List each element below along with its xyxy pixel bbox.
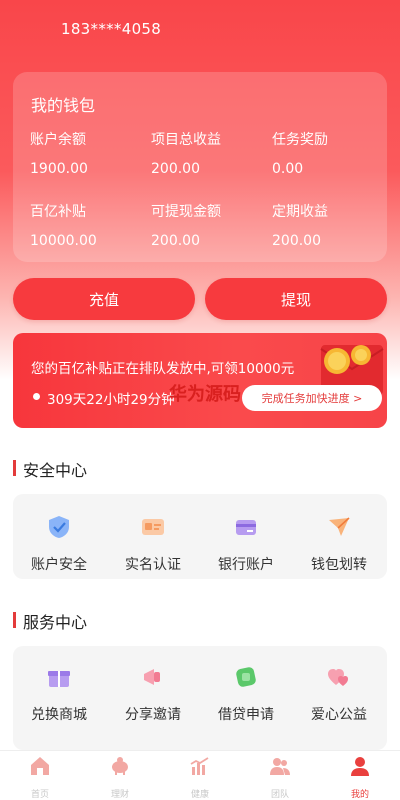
stat-task-reward[interactable]: 任务奖励 0.00 [272,129,328,177]
stat-label: 账户余额 [30,132,86,148]
tab-health[interactable]: 健康 [160,755,240,800]
service-section-title: 服务中心 [13,609,87,633]
tab-label: 健康 [190,790,209,800]
stat-label: 可提现金额 [151,204,221,220]
tab-label: 首页 [30,790,49,800]
item-label: 银行账户 [218,557,274,573]
item-label: 爱心公益 [311,707,367,723]
user-icon [351,757,369,776]
speed-up-button[interactable]: 完成任务加快进度 > [242,385,382,411]
team-icon [270,758,290,775]
shield-check-icon [49,516,69,538]
loan-apply-item[interactable]: 借贷申请 [200,664,292,724]
stat-withdrawable[interactable]: 可提现金额 200.00 [151,201,221,249]
item-label: 钱包划转 [311,557,367,573]
wallet-transfer-item[interactable]: 钱包划转 [293,514,385,574]
wallet-card: 我的钱包 账户余额 1900.00 项目总收益 200.00 任务奖励 0.00… [13,72,387,262]
bullet-dot [33,393,40,400]
watermark: 华为源码 [169,384,241,405]
security-section-title: 安全中心 [13,457,87,481]
bottom-tab-bar: 首页 理财 健康 团队 我的 [0,750,400,800]
withdraw-button[interactable]: 提现 [205,278,387,320]
share-invite-item[interactable]: 分享邀请 [107,664,199,724]
stat-fixed-income[interactable]: 定期收益 200.00 [272,201,328,249]
stat-value: 200.00 [272,233,321,249]
tab-home[interactable]: 首页 [0,755,80,800]
service-card: 兑换商城 分享邀请 借贷申请 爱心公益 [13,646,387,750]
stat-value: 1900.00 [30,161,88,177]
wallet-title: 我的钱包 [31,96,96,115]
item-label: 借贷申请 [218,707,274,723]
health-chart-icon [190,757,209,775]
home-icon [31,757,49,775]
tab-label: 团队 [270,790,289,800]
exchange-mall-item[interactable]: 兑换商城 [13,664,105,724]
megaphone-icon [144,669,160,685]
stat-project-income[interactable]: 项目总收益 200.00 [151,129,221,177]
tab-label: 我的 [350,790,369,800]
user-phone: 183****4058 [61,20,162,38]
stat-subsidy[interactable]: 百亿补贴 10000.00 [30,201,97,249]
account-security-item[interactable]: 账户安全 [13,514,105,574]
item-label: 账户安全 [31,557,87,573]
security-card: 账户安全 实名认证 银行账户 钱包划转 [13,494,387,579]
item-label: 兑换商城 [31,707,87,723]
recharge-button[interactable]: 充值 [13,278,195,320]
subsidy-banner[interactable]: 您的百亿补贴正在排队发放中,可领10000元 309天22小时29分钟 华为源码… [13,333,387,428]
stat-label: 任务奖励 [272,132,328,148]
stat-value: 0.00 [272,161,304,177]
tab-finance[interactable]: 理财 [80,755,160,800]
charity-item[interactable]: 爱心公益 [293,664,385,724]
tab-label: 理财 [110,790,129,800]
bank-account-item[interactable]: 银行账户 [200,514,292,574]
loan-cube-icon [236,667,256,687]
stat-value: 10000.00 [30,233,97,249]
tab-mine[interactable]: 我的 [320,755,400,800]
paper-plane-icon [329,517,350,536]
tab-team[interactable]: 团队 [240,755,320,800]
real-name-auth-item[interactable]: 实名认证 [107,514,199,574]
item-label: 分享邀请 [125,707,181,723]
piggy-bank-icon [112,757,128,775]
id-card-icon [142,519,164,535]
hearts-icon [328,669,348,686]
stat-account-balance[interactable]: 账户余额 1900.00 [30,129,88,177]
stat-label: 定期收益 [272,204,328,220]
stat-value: 200.00 [151,161,200,177]
gift-box-icon [48,671,70,687]
stat-value: 200.00 [151,233,200,249]
countdown-timer: 309天22小时29分钟 [47,392,175,408]
stat-label: 百亿补贴 [30,204,86,220]
item-label: 实名认证 [125,557,181,573]
bank-card-icon [236,520,256,535]
stat-label: 项目总收益 [151,132,221,148]
subsidy-message: 您的百亿补贴正在排队发放中,可领10000元 [31,361,295,377]
